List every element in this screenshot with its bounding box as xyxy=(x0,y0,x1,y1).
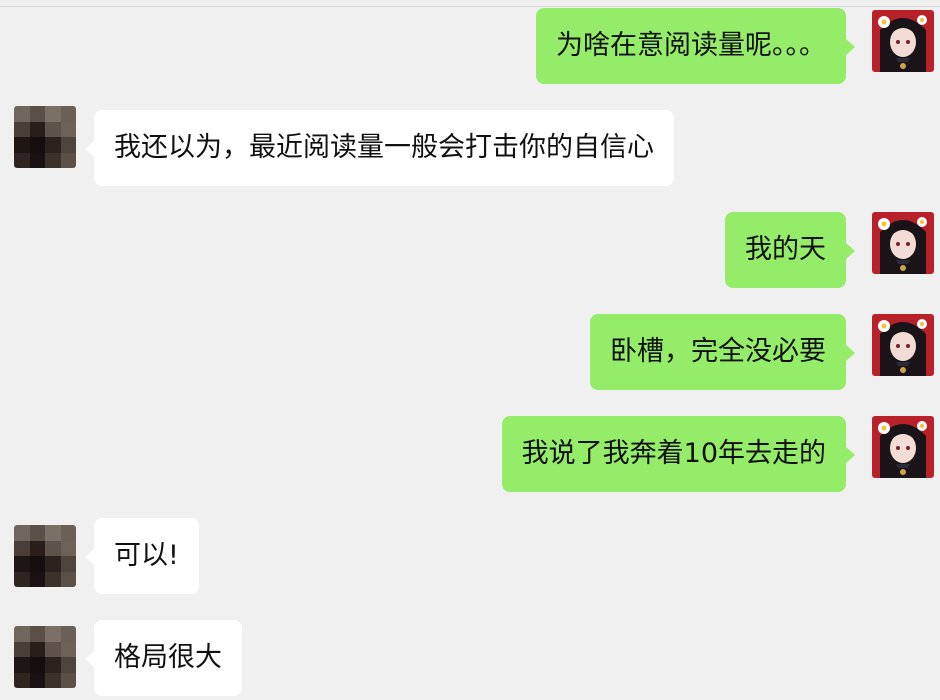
other-message-bubble[interactable]: 我还以为，最近阅读量一般会打击你的自信心 xyxy=(85,110,674,186)
anime-avatar-icon xyxy=(872,314,934,376)
message-row: 可以! xyxy=(0,518,940,594)
self-avatar[interactable] xyxy=(872,314,934,376)
self-avatar[interactable] xyxy=(872,212,934,274)
other-message-bubble[interactable]: 可以! xyxy=(85,518,199,594)
self-message-bubble[interactable]: 为啥在意阅读量呢。。。 xyxy=(536,8,855,84)
other-avatar[interactable] xyxy=(14,525,76,587)
self-message-bubble[interactable]: 卧槽，完全没必要 xyxy=(590,314,855,390)
message-row: 为啥在意阅读量呢。。。 xyxy=(0,8,940,84)
top-divider xyxy=(0,6,940,7)
self-avatar[interactable] xyxy=(872,416,934,478)
message-row: 卧槽，完全没必要 xyxy=(0,314,940,390)
other-message-bubble[interactable]: 格局很大 xyxy=(85,620,242,696)
self-message-bubble[interactable]: 我说了我奔着10年去走的 xyxy=(501,416,856,492)
self-message-bubble[interactable]: 我的天 xyxy=(725,212,855,288)
message-row: 我还以为，最近阅读量一般会打击你的自信心 xyxy=(0,106,940,186)
message-row: 我的天 xyxy=(0,212,940,288)
anime-avatar-icon xyxy=(872,212,934,274)
message-row: 我说了我奔着10年去走的 xyxy=(0,416,940,492)
mosaic-avatar-icon xyxy=(14,626,76,688)
other-avatar[interactable] xyxy=(14,106,76,168)
other-avatar[interactable] xyxy=(14,626,76,688)
mosaic-avatar-icon xyxy=(14,525,76,587)
anime-avatar-icon xyxy=(872,416,934,478)
self-avatar[interactable] xyxy=(872,10,934,72)
anime-avatar-icon xyxy=(872,10,934,72)
message-row: 格局很大 xyxy=(0,620,940,696)
mosaic-avatar-icon xyxy=(14,106,76,168)
